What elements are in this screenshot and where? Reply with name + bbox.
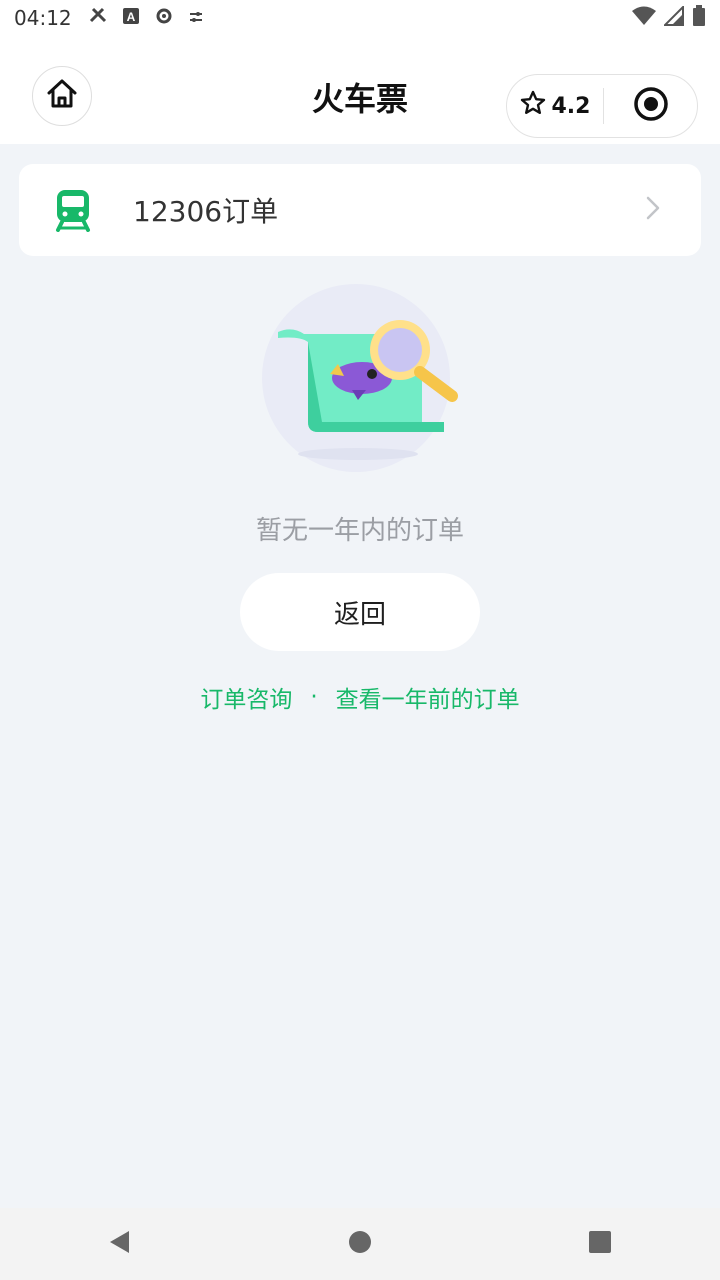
sliders-icon: [188, 6, 204, 30]
wifi-icon: [632, 6, 656, 31]
home-circle-icon: [348, 1230, 372, 1258]
train-icon: [53, 188, 93, 232]
footer-links: 订单咨询 · 查看一年前的订单: [0, 680, 720, 714]
back-triangle-icon: [107, 1229, 133, 1259]
close-mini-program-button[interactable]: [604, 86, 697, 126]
empty-orders-illustration: [262, 282, 462, 482]
recents-square-icon: [588, 1230, 612, 1258]
order-card-12306[interactable]: 12306订单: [19, 164, 701, 256]
svg-text:A: A: [126, 10, 135, 24]
older-orders-link[interactable]: 查看一年前的订单: [336, 680, 520, 714]
nav-recents-button[interactable]: [564, 1208, 636, 1280]
order-card-label: 12306订单: [133, 195, 279, 228]
link-separator: ·: [310, 684, 318, 710]
mini-program-capsule: 4.2: [506, 74, 698, 138]
target-circle-icon: [633, 86, 669, 126]
tools-icon: [88, 6, 108, 31]
status-time: 04:12: [14, 6, 72, 30]
star-icon: [520, 90, 546, 122]
text-a-icon: A: [122, 6, 140, 30]
nav-back-button[interactable]: [84, 1208, 156, 1280]
system-nav-bar: [0, 1208, 720, 1280]
signal-icon: [662, 4, 684, 31]
header-bar: 火车票 4.2: [0, 36, 720, 144]
status-bar: 04:12 A: [0, 0, 720, 36]
empty-state-message: 暂无一年内的订单: [255, 516, 464, 546]
chevron-right-icon: [645, 195, 661, 225]
nav-home-button[interactable]: [324, 1208, 396, 1280]
rating-button[interactable]: 4.2: [507, 90, 603, 122]
settings-gear-icon: [154, 6, 174, 31]
rating-value: 4.2: [551, 93, 591, 119]
order-inquiry-link[interactable]: 订单咨询: [200, 680, 292, 714]
back-button[interactable]: 返回: [240, 573, 480, 651]
battery-icon: [692, 4, 706, 32]
